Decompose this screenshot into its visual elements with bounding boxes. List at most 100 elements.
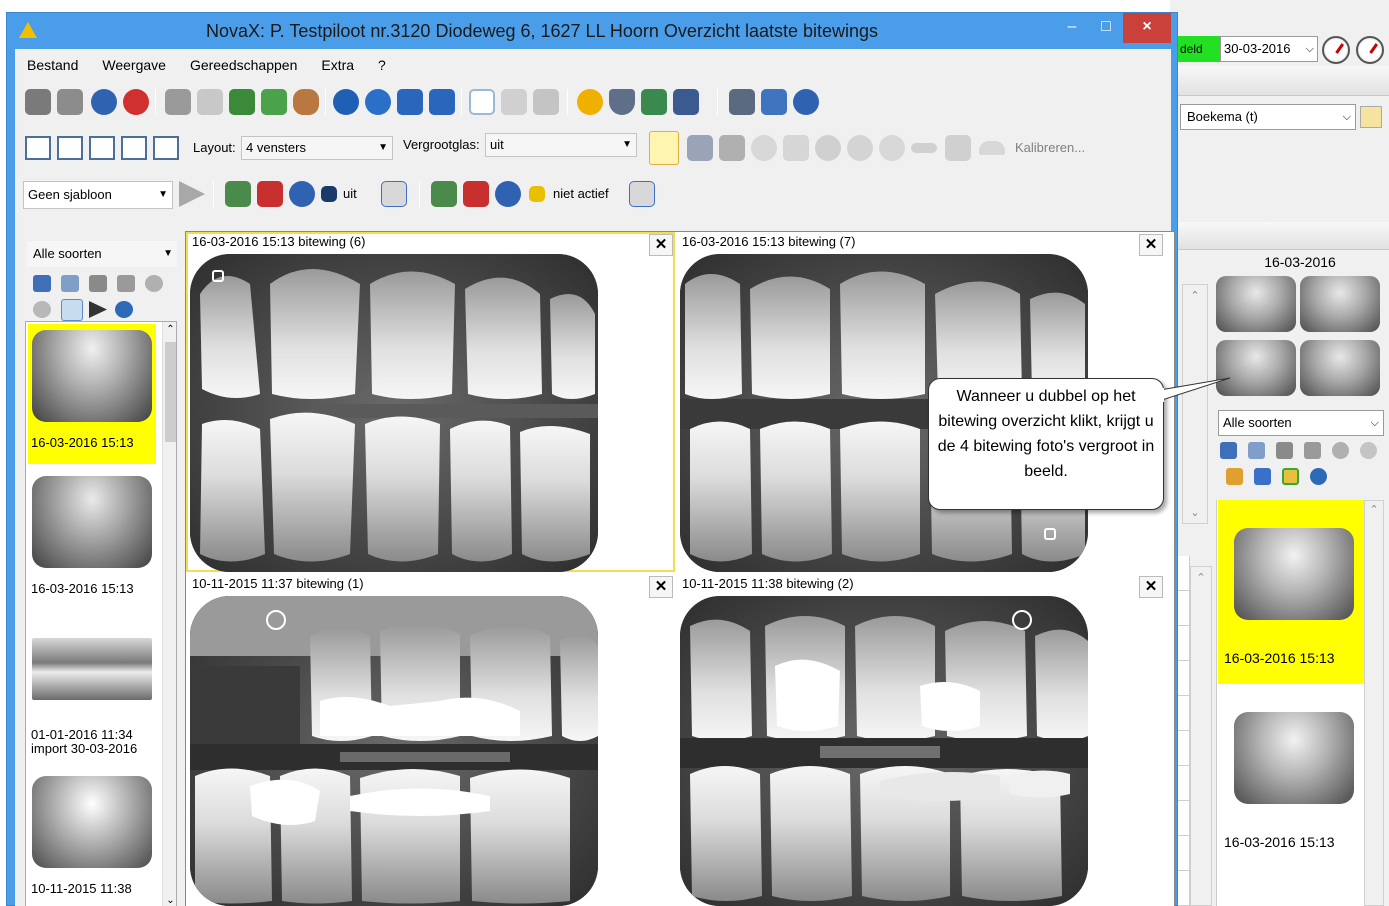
copy-icon[interactable] — [501, 89, 527, 115]
globe-icon[interactable] — [115, 301, 133, 318]
thumbnail-scrollbar[interactable]: ⌃ ⌄ — [162, 322, 176, 906]
globe-icon[interactable] — [1310, 468, 1327, 485]
rotate-left-icon[interactable] — [333, 89, 359, 115]
overview-thumbnail[interactable] — [1300, 276, 1380, 332]
fit-icon[interactable] — [761, 89, 787, 115]
xray-pane[interactable]: 10-11-2015 11:38 bitewing (2) ✕ — [676, 574, 1165, 906]
flip-vertical-icon[interactable] — [429, 89, 455, 115]
scroll-up-icon[interactable]: ⌃ — [1191, 571, 1211, 584]
layout-2h-icon[interactable] — [57, 136, 83, 160]
grid-view-icon[interactable] — [1220, 442, 1237, 459]
overview-thumbnail[interactable] — [1300, 340, 1380, 396]
menu-help[interactable]: ? — [366, 53, 398, 77]
scan-icon[interactable] — [1332, 442, 1349, 459]
rotate-right-icon[interactable] — [365, 89, 391, 115]
arrow-icon[interactable] — [719, 135, 745, 161]
menu-extra[interactable]: Extra — [309, 53, 366, 77]
folder-icon[interactable] — [1360, 106, 1382, 128]
type-filter[interactable]: Alle soorten ⌵ — [1218, 410, 1384, 436]
list-item[interactable]: 10-11-2015 11:38 — [28, 770, 156, 906]
layout-4-icon[interactable] — [153, 136, 179, 160]
panorama-icon[interactable] — [1276, 442, 1293, 459]
background-scrollbar[interactable]: ⌃ — [1190, 566, 1212, 906]
layout-select[interactable]: 4 vensters ▼ — [241, 136, 393, 160]
folder-open-icon[interactable] — [1226, 468, 1243, 485]
grid-view-icon[interactable] — [33, 275, 51, 292]
minimize-button[interactable]: – — [1055, 13, 1089, 43]
patient-icon[interactable] — [293, 89, 319, 115]
flip-horizontal-icon[interactable] — [397, 89, 423, 115]
pane-close-button[interactable]: ✕ — [1139, 234, 1163, 256]
fullscreen-icon[interactable] — [729, 89, 755, 115]
template-add-icon[interactable] — [225, 181, 251, 207]
sensor-add-icon[interactable] — [431, 181, 457, 207]
chevron-down-icon[interactable]: ▼ — [378, 137, 388, 159]
list-view-icon[interactable] — [61, 275, 79, 292]
list-view-icon[interactable] — [1248, 442, 1265, 459]
list-item[interactable]: 01-01-2016 11:34 import 30-03-2016 — [28, 616, 156, 764]
type-filter[interactable]: Alle soorten ▼ — [27, 241, 177, 267]
sensor-remove-icon[interactable] — [463, 181, 489, 207]
chevron-down-icon[interactable]: ⌵ — [1343, 105, 1351, 129]
erase-icon[interactable] — [751, 135, 777, 161]
close-button[interactable]: × — [1123, 13, 1171, 43]
tooth-icon[interactable] — [33, 301, 51, 318]
template-remove-icon[interactable] — [257, 181, 283, 207]
no-entry-icon[interactable] — [879, 135, 905, 161]
settings-icon[interactable] — [61, 299, 83, 321]
date-field[interactable]: 30-03-2016 ⌵ — [1220, 36, 1318, 62]
chevron-down-icon[interactable]: ▼ — [158, 182, 168, 208]
list-item[interactable]: 16-03-2016 15:13 — [28, 324, 156, 464]
save-as-icon[interactable] — [57, 89, 83, 115]
pointer-icon[interactable] — [89, 301, 107, 318]
image-filter-icon[interactable] — [641, 89, 667, 115]
template-select[interactable]: Geen sjabloon ▼ — [23, 181, 173, 209]
ruler-icon[interactable] — [945, 135, 971, 161]
list-item[interactable]: 16-03-2016 15:13 — [28, 470, 156, 610]
sensor-info-icon[interactable] — [495, 181, 521, 207]
menu-weergave[interactable]: Weergave — [90, 53, 178, 77]
scrollbar-thumb[interactable] — [165, 342, 176, 442]
scroll-up-icon[interactable]: ⌃ — [1365, 503, 1383, 516]
list-scrollbar[interactable]: ⌃ — [1364, 500, 1384, 906]
scroll-up-icon[interactable]: ⌃ — [1183, 289, 1207, 302]
overview-thumbnail[interactable] — [1216, 276, 1296, 332]
import-icon[interactable] — [229, 89, 255, 115]
clipboard-icon[interactable] — [629, 181, 655, 207]
scroll-down-icon[interactable]: ⌄ — [1183, 506, 1207, 519]
shield-icon[interactable] — [609, 89, 635, 115]
calibrate-button[interactable]: Kalibreren... — [1015, 136, 1085, 160]
title-bar[interactable]: NovaX: P. Testpiloot nr.3120 Diodeweg 6,… — [7, 13, 1177, 49]
layout-2v-icon[interactable] — [89, 136, 115, 160]
settings-icon[interactable] — [1282, 468, 1299, 485]
panorama-icon[interactable] — [89, 275, 107, 292]
xray-pane[interactable]: 16-03-2016 15:13 bitewing (6) ✕ — [186, 232, 675, 572]
layout-3-icon[interactable] — [121, 136, 147, 160]
maximize-button[interactable]: □ — [1089, 13, 1123, 43]
windows-icon[interactable] — [673, 89, 699, 115]
zoom-select[interactable]: uit ▼ — [485, 133, 637, 157]
background-scrollbar[interactable]: ⌃ ⌄ — [1182, 284, 1208, 524]
template-info-icon[interactable] — [289, 181, 315, 207]
gauge-icon[interactable] — [1356, 36, 1384, 64]
list-item[interactable]: 16-03-2016 15:13 — [1218, 500, 1364, 684]
brightness-icon[interactable] — [577, 89, 603, 115]
archive-icon[interactable] — [165, 89, 191, 115]
layout-1-icon[interactable] — [25, 136, 51, 160]
clipboard-icon[interactable] — [381, 181, 407, 207]
scroll-down-icon[interactable]: ⌄ — [163, 895, 176, 906]
angle-icon[interactable] — [815, 135, 841, 161]
menu-bestand[interactable]: Bestand — [15, 53, 90, 77]
save-icon[interactable] — [25, 89, 51, 115]
gauge-icon[interactable] — [1322, 36, 1350, 64]
pane-close-button[interactable]: ✕ — [649, 576, 673, 598]
chevron-down-icon[interactable]: ⌵ — [1371, 411, 1379, 435]
scan-icon[interactable] — [145, 275, 163, 292]
chevron-down-icon[interactable]: ⌵ — [1306, 37, 1314, 61]
refresh-icon[interactable] — [91, 89, 117, 115]
play-icon[interactable] — [179, 181, 205, 207]
scroll-up-icon[interactable]: ⌃ — [163, 324, 176, 335]
photo-icon[interactable] — [1304, 442, 1321, 459]
select-icon[interactable] — [469, 89, 495, 115]
menu-gereedschappen[interactable]: Gereedschappen — [178, 53, 309, 77]
